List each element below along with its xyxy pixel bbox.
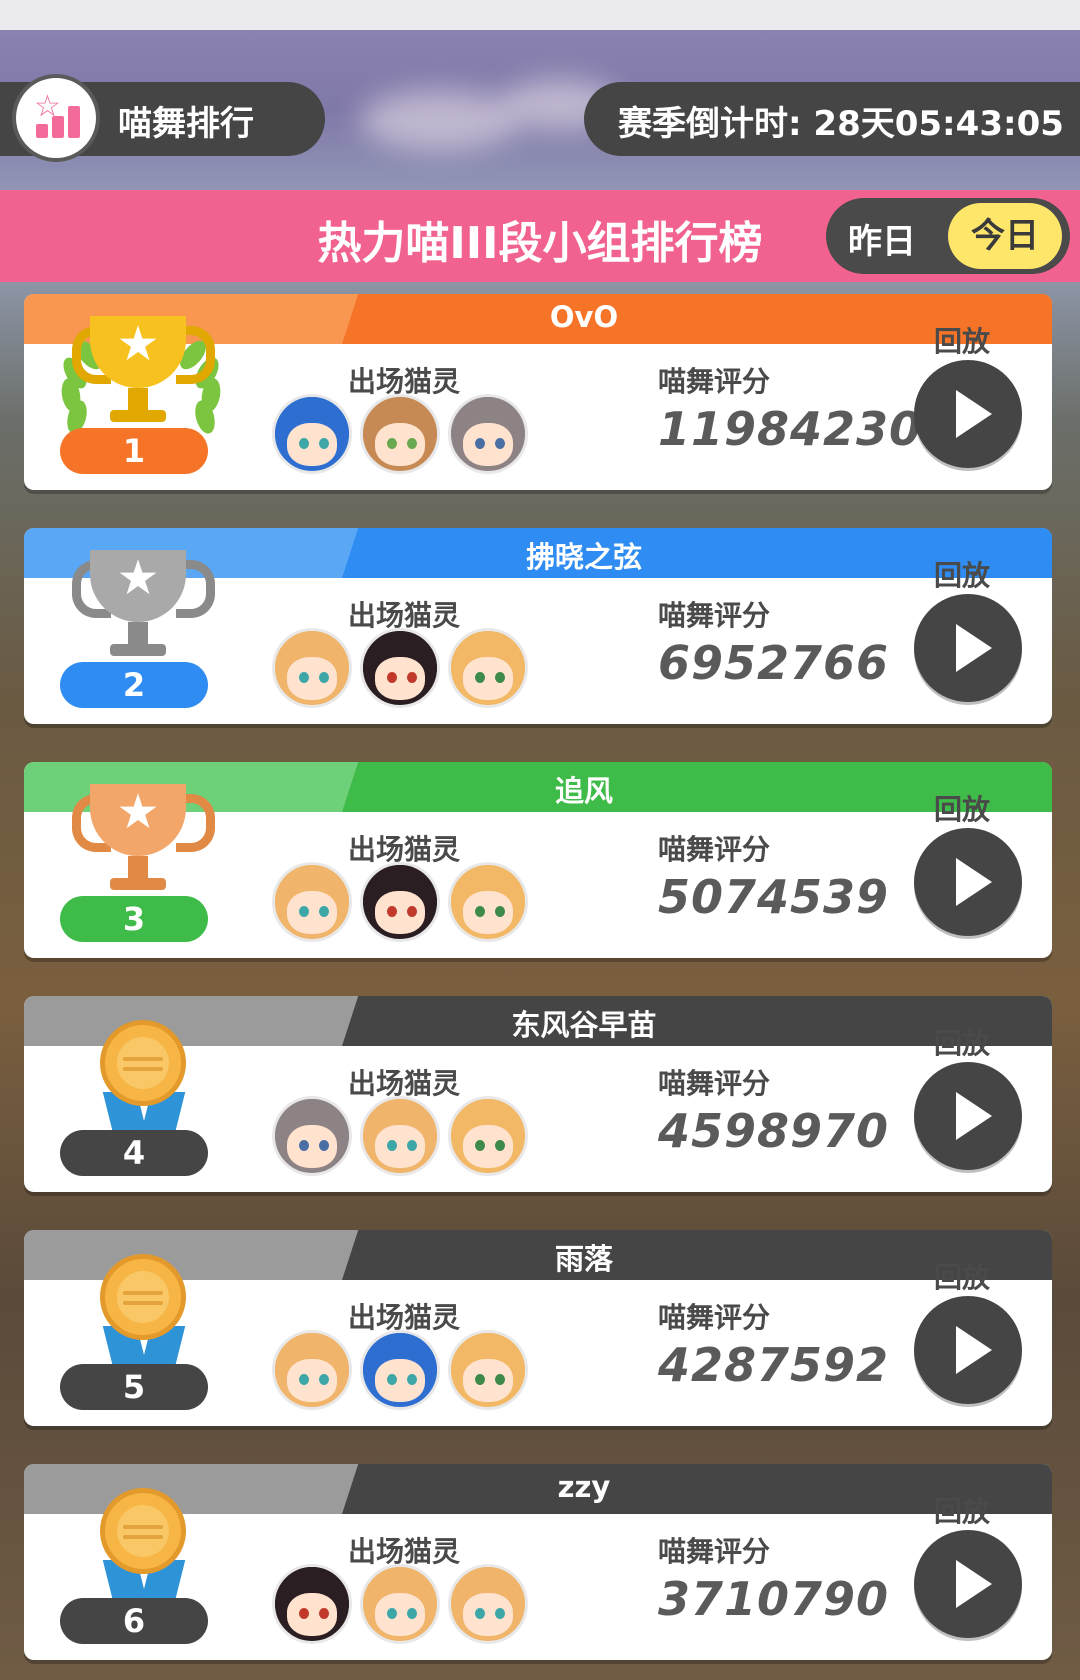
rank-number: 1 bbox=[60, 428, 208, 474]
rank-number: 2 bbox=[60, 662, 208, 708]
score-value: 6952766 bbox=[658, 636, 890, 690]
rank-number: 4 bbox=[60, 1130, 208, 1176]
score-label: 喵舞评分 bbox=[658, 1301, 771, 1334]
character-avatar bbox=[360, 1564, 440, 1644]
status-bar bbox=[0, 0, 1080, 30]
character-avatar bbox=[448, 1330, 528, 1410]
score-label: 喵舞评分 bbox=[658, 1535, 771, 1568]
ranking-card: 东风谷早苗 4 出场猫灵 喵舞评分 4598970 回放 bbox=[24, 996, 1052, 1192]
leaderboard-title: 喵舞排行 bbox=[118, 104, 254, 144]
character-avatar bbox=[360, 394, 440, 474]
replay-label: 回放 bbox=[934, 1261, 991, 1294]
character-avatar bbox=[272, 1564, 352, 1644]
character-avatars bbox=[272, 628, 542, 712]
character-avatar bbox=[360, 1330, 440, 1410]
play-replay-button[interactable] bbox=[914, 360, 1022, 468]
season-countdown-text: 赛季倒计时: 28天05:43:05 bbox=[618, 104, 1064, 144]
replay-label: 回放 bbox=[934, 559, 991, 592]
character-avatar bbox=[448, 1564, 528, 1644]
rank-number: 5 bbox=[60, 1364, 208, 1410]
score-value: 4598970 bbox=[658, 1104, 890, 1158]
player-name: zzy bbox=[557, 1470, 611, 1504]
player-name: 东风谷早苗 bbox=[511, 1008, 657, 1042]
score-value: 11984230 bbox=[658, 402, 923, 456]
score-label: 喵舞评分 bbox=[658, 833, 771, 866]
group-title: 热力喵III段小组排行榜 bbox=[317, 218, 763, 269]
character-avatar bbox=[448, 394, 528, 474]
score-label: 喵舞评分 bbox=[658, 365, 771, 398]
ranking-card: 雨落 5 出场猫灵 喵舞评分 4287592 回放 bbox=[24, 1230, 1052, 1426]
character-avatars bbox=[272, 1564, 542, 1648]
score-value: 5074539 bbox=[658, 870, 890, 924]
character-avatars bbox=[272, 1096, 542, 1180]
score-label: 喵舞评分 bbox=[658, 1067, 771, 1100]
character-avatar bbox=[272, 394, 352, 474]
player-name: 雨落 bbox=[554, 1242, 613, 1276]
toggle-yesterday[interactable]: 昨日 bbox=[848, 214, 916, 263]
character-avatar bbox=[272, 1096, 352, 1176]
cloud-decoration bbox=[360, 90, 520, 150]
character-avatar bbox=[360, 862, 440, 942]
character-avatar bbox=[448, 1096, 528, 1176]
character-avatar bbox=[448, 862, 528, 942]
play-replay-button[interactable] bbox=[914, 828, 1022, 936]
character-avatar bbox=[272, 862, 352, 942]
play-replay-button[interactable] bbox=[914, 594, 1022, 702]
ranking-card: OvO ★ 1 出场猫灵 喵舞评分 11984230 回放 bbox=[24, 294, 1052, 490]
ranking-icon: ☆ bbox=[12, 74, 100, 162]
character-avatar bbox=[360, 1096, 440, 1176]
play-replay-button[interactable] bbox=[914, 1062, 1022, 1170]
ranking-card: 拂晓之弦 ★ 2 出场猫灵 喵舞评分 6952766 回放 bbox=[24, 528, 1052, 724]
player-name: 追风 bbox=[554, 774, 613, 808]
rank-number: 3 bbox=[60, 896, 208, 942]
replay-label: 回放 bbox=[934, 1495, 991, 1528]
ranking-card: 追风 ★ 3 出场猫灵 喵舞评分 5074539 回放 bbox=[24, 762, 1052, 958]
character-avatar bbox=[448, 628, 528, 708]
score-label: 喵舞评分 bbox=[658, 599, 771, 632]
character-avatars bbox=[272, 394, 542, 478]
rank-number: 6 bbox=[60, 1598, 208, 1644]
character-avatars bbox=[272, 862, 542, 946]
player-name: 拂晓之弦 bbox=[525, 540, 642, 574]
score-value: 4287592 bbox=[658, 1338, 890, 1392]
character-avatar bbox=[272, 1330, 352, 1410]
character-avatar bbox=[272, 628, 352, 708]
ranking-card: zzy 6 出场猫灵 喵舞评分 3710790 回放 bbox=[24, 1464, 1052, 1660]
replay-label: 回放 bbox=[934, 325, 991, 358]
score-value: 3710790 bbox=[658, 1572, 890, 1626]
player-name: OvO bbox=[549, 300, 619, 334]
toggle-today[interactable]: 今日 bbox=[948, 203, 1062, 269]
play-replay-button[interactable] bbox=[914, 1296, 1022, 1404]
character-avatars bbox=[272, 1330, 542, 1414]
replay-label: 回放 bbox=[934, 793, 991, 826]
replay-label: 回放 bbox=[934, 1027, 991, 1060]
play-replay-button[interactable] bbox=[914, 1530, 1022, 1638]
character-avatar bbox=[360, 628, 440, 708]
